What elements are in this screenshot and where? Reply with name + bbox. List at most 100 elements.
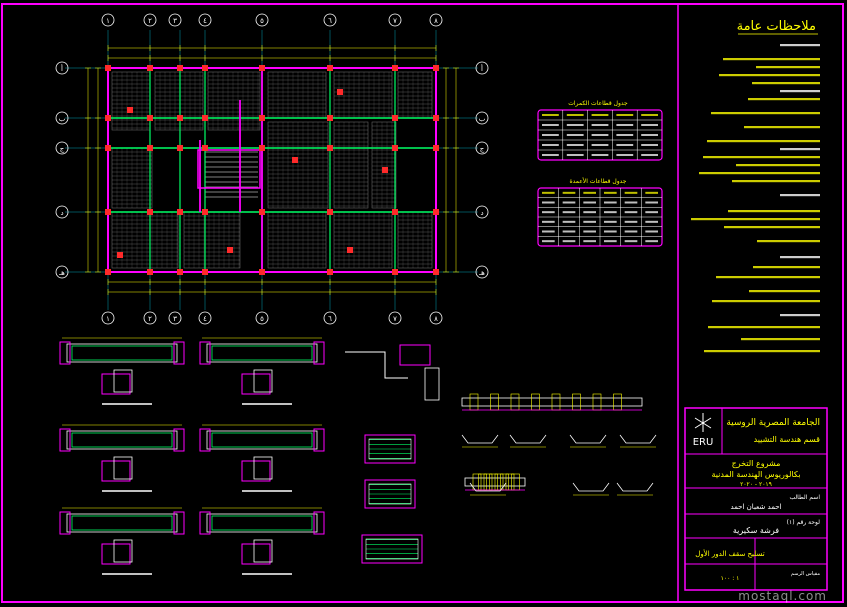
grid-bubble-label: هـ — [58, 269, 65, 277]
table-cell-text — [562, 201, 576, 204]
table-cell-text — [641, 144, 658, 146]
column — [147, 209, 153, 215]
detail-section — [241, 373, 271, 395]
grid-bubble-label: هـ — [478, 269, 485, 277]
notes-title: ملاحظات عامة — [737, 19, 816, 34]
watermark: mostaql.com — [738, 589, 827, 603]
general-notes: ملاحظات عامة — [691, 19, 820, 353]
profile-sketch — [572, 482, 610, 492]
grid-bubble: ١ — [101, 311, 115, 325]
column — [327, 269, 333, 275]
slab-rib — [510, 393, 520, 411]
table-cell-text — [624, 211, 638, 214]
table-cell-text — [562, 191, 576, 194]
table-cell-text — [624, 230, 638, 233]
column — [392, 65, 398, 71]
detail-section — [241, 460, 271, 482]
note-text-line — [780, 148, 820, 151]
column — [147, 115, 153, 121]
grid-bubble-label: ٢ — [148, 315, 152, 323]
slab-rib — [483, 473, 493, 491]
note-text-line — [728, 210, 820, 213]
column — [392, 209, 398, 215]
notes-body — [691, 44, 820, 353]
table-cell-text — [616, 134, 634, 136]
column — [347, 247, 353, 253]
note-text-line — [723, 58, 820, 61]
note-text-line — [749, 290, 820, 293]
detail-section — [241, 543, 271, 565]
grid-bubble-label: أ — [61, 64, 63, 73]
table-cell-text — [566, 154, 584, 156]
title-block: ERU الجامعة المصرية الروسية قسم هندسة ال… — [684, 407, 828, 591]
profile-sketch — [509, 434, 547, 444]
column — [259, 145, 265, 151]
detail-support — [59, 341, 71, 365]
table-cell-text — [624, 220, 638, 223]
table-cell-text — [591, 134, 609, 136]
detail-rebar — [71, 515, 173, 531]
slab-rib — [613, 393, 622, 411]
detail-rebar — [211, 345, 313, 361]
grid-bubble: ٦ — [323, 13, 337, 27]
column — [105, 115, 111, 121]
column — [202, 145, 208, 151]
detail-beam-elevation — [206, 430, 318, 450]
grid-bubble-label: ٤ — [203, 315, 207, 323]
grid-bubble: ٣ — [168, 13, 182, 27]
column — [392, 269, 398, 275]
grid-bubble: ٣ — [168, 311, 182, 325]
table-cell-text — [604, 191, 617, 194]
note-text-line — [757, 240, 820, 243]
column — [147, 145, 153, 151]
grid-bubble-label: ٦ — [328, 315, 332, 323]
detail-support — [313, 428, 325, 452]
column-schedule-table — [537, 187, 663, 247]
department-name: قسم هندسة التشييد — [754, 435, 821, 444]
grid-bubble-label: د — [480, 209, 483, 217]
table-cell-text — [604, 240, 617, 243]
table-cell-text — [583, 211, 596, 214]
column — [433, 65, 439, 71]
slab-panel — [267, 71, 327, 119]
beam-schedule-table — [537, 109, 663, 161]
grid-bubble: ٢ — [143, 311, 157, 325]
grid-bubble-label: ٣ — [173, 17, 177, 25]
column — [337, 89, 343, 95]
grid-bubble: ٧ — [388, 311, 402, 325]
detail-section-inner — [113, 539, 133, 563]
grid-bubble-label: ٨ — [434, 315, 438, 323]
slab-panel — [154, 71, 204, 131]
detail-support — [199, 428, 211, 452]
grid-bubble: ٨ — [429, 13, 443, 27]
column — [177, 65, 183, 71]
table-cell-text — [645, 230, 658, 233]
table-cell-text — [641, 124, 658, 126]
note-text-line — [704, 350, 820, 353]
university-logo: ERU — [693, 413, 713, 448]
table-cell-text — [566, 144, 584, 146]
detail-beam-elevation — [66, 343, 178, 363]
table-cell-text — [566, 124, 584, 126]
column — [259, 209, 265, 215]
grid-bubble-label: ٢ — [148, 17, 152, 25]
grid-bubble-label: ٧ — [393, 17, 397, 25]
detail-support — [313, 511, 325, 535]
schedule-tables: جدول قطاعات الكمرات جدول قطاعات الأعمدة — [537, 100, 663, 247]
note-text-line — [780, 256, 820, 259]
column — [147, 269, 153, 275]
grid-bubble: ٥ — [255, 13, 269, 27]
note-text-line — [780, 194, 820, 197]
slab-rib — [489, 473, 498, 491]
table-cell-text — [624, 240, 638, 243]
slab-rib — [472, 473, 482, 491]
grid-bubble: ١ — [101, 13, 115, 27]
note-text-line — [753, 266, 820, 269]
grid-bubble: ب — [475, 111, 489, 125]
table-cell-text — [562, 220, 576, 223]
detail-section — [101, 543, 131, 565]
slab-rib — [572, 393, 581, 411]
table-cell-text — [562, 240, 576, 243]
table-cell-text — [542, 191, 555, 194]
grid-bubble-label: ١ — [106, 17, 110, 25]
